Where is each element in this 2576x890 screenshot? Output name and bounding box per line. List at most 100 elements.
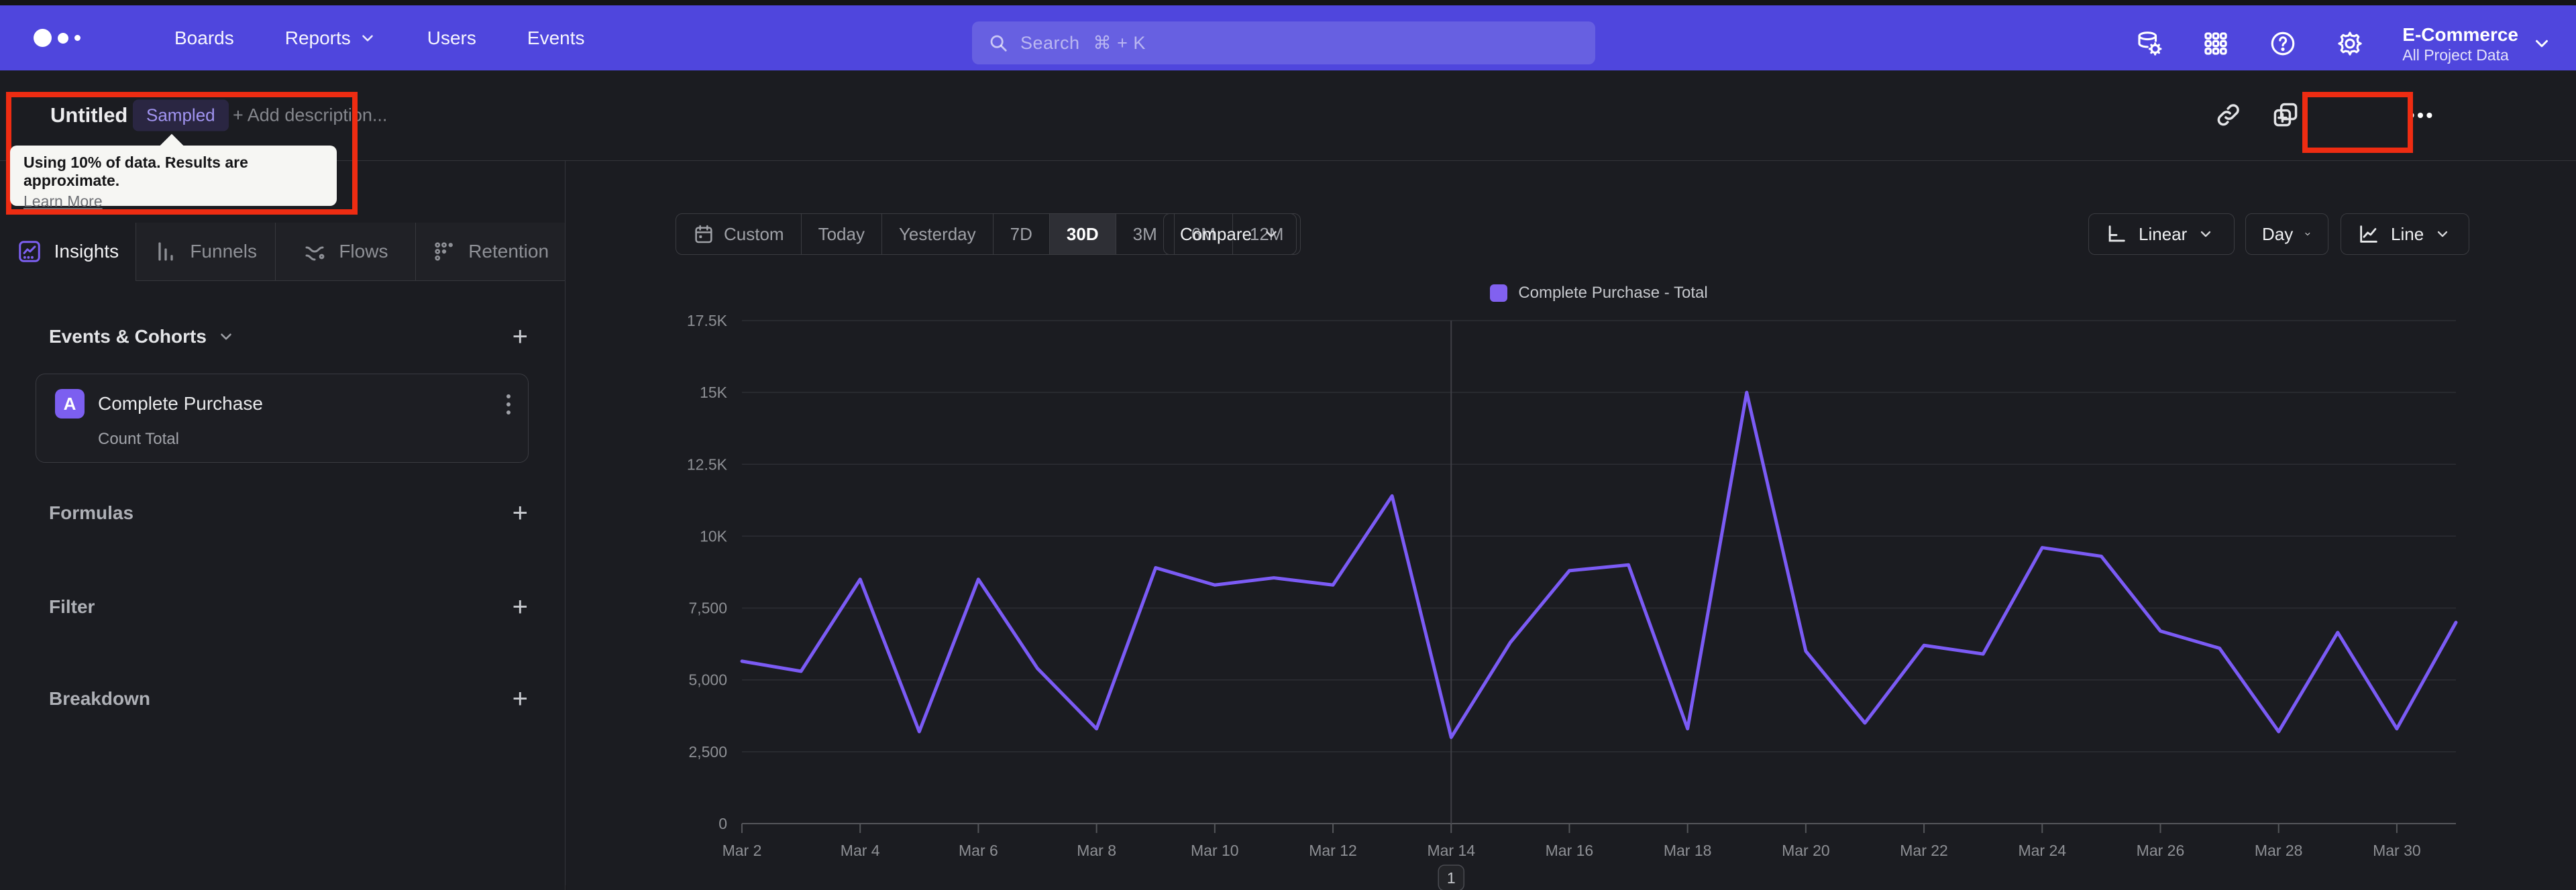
tab-flows[interactable]: Flows — [274, 223, 416, 281]
project-selector[interactable]: E-Commerce All Project Data — [2402, 23, 2552, 64]
x-axis-label: Mar 24 — [2018, 842, 2066, 859]
nav-right-cluster: E-Commerce All Project Data — [2134, 11, 2552, 76]
insights-icon — [18, 241, 40, 262]
search-input[interactable]: Search ⌘ + K — [972, 21, 1595, 64]
chevron-down-icon — [2201, 231, 2211, 237]
x-axis-label: Mar 6 — [959, 842, 998, 859]
chart-type-selector[interactable]: Line — [2341, 213, 2469, 255]
x-axis-label: Mar 14 — [1427, 842, 1475, 859]
nav-item-users[interactable]: Users — [427, 27, 476, 49]
range-today[interactable]: Today — [800, 214, 881, 254]
chevron-down-icon — [2536, 40, 2548, 47]
more-options-icon[interactable] — [2405, 100, 2436, 131]
top-navigation-bar: Boards Reports Users Events Search⌘ + K — [0, 5, 2576, 70]
section-formulas: Formulas + — [49, 498, 528, 528]
mixpanel-logo-icon[interactable] — [34, 29, 121, 47]
sampled-badge[interactable]: Sampled — [133, 99, 229, 131]
add-breakdown-button[interactable]: + — [513, 685, 528, 712]
copy-link-icon[interactable] — [2214, 101, 2242, 129]
chevron-down-icon — [362, 34, 373, 42]
compare-button[interactable]: Compare — [1163, 213, 1297, 255]
section-breakdown: Breakdown + — [49, 684, 528, 714]
report-header-bar: Untitled Sampled + Add description... Sa… — [0, 70, 2576, 212]
chevron-down-icon[interactable] — [217, 328, 235, 345]
tab-insights[interactable]: Insights — [0, 223, 136, 281]
scale-selector[interactable]: Linear — [2088, 213, 2235, 255]
x-axis-label: Mar 2 — [722, 842, 762, 859]
nav-item-events[interactable]: Events — [527, 27, 585, 49]
x-axis-label: Mar 20 — [1782, 842, 1830, 859]
range-custom[interactable]: Custom — [676, 214, 801, 254]
x-axis-label: Mar 18 — [1664, 842, 1712, 859]
x-axis-label: Mar 16 — [1546, 842, 1594, 859]
section-filter: Filter + — [49, 592, 528, 622]
range-7d[interactable]: 7D — [992, 214, 1049, 254]
y-axis-label: 0 — [718, 815, 727, 832]
project-name: E-Commerce — [2402, 23, 2518, 45]
chart-canvas[interactable]: 02,5005,0007,50010K12.5K15K17.5KMar 2 Mar… — [566, 280, 2576, 890]
x-axis-label: Mar 8 — [1077, 842, 1116, 859]
event-letter-badge: A — [55, 389, 85, 419]
flows-icon — [305, 246, 325, 261]
y-axis-label: 7,500 — [688, 600, 727, 617]
nav-item-boards[interactable]: Boards — [174, 27, 234, 49]
funnels-icon — [158, 242, 173, 261]
apps-grid-icon[interactable] — [2201, 29, 2231, 58]
tab-funnels[interactable]: Funnels — [135, 223, 275, 281]
tooltip-message: Using 10% of data. Results are approxima… — [23, 154, 248, 189]
series-line[interactable] — [740, 390, 2458, 739]
x-axis-label: Mar 28 — [2255, 842, 2303, 859]
add-formula-button[interactable]: + — [513, 500, 528, 526]
event-card[interactable]: A Complete Purchase Count Total — [36, 374, 529, 463]
event-name[interactable]: Complete Purchase — [98, 393, 263, 414]
events-cohorts-header: Events & Cohorts + — [49, 322, 528, 351]
nav-item-reports[interactable]: Reports — [285, 27, 376, 49]
event-metric[interactable]: Count Total — [98, 430, 179, 449]
copy-to-board-icon[interactable] — [2271, 101, 2300, 130]
event-options-icon[interactable] — [506, 394, 511, 414]
chevron-down-icon — [2438, 231, 2448, 237]
x-axis-label: Mar 10 — [1191, 842, 1239, 859]
granularity-selector[interactable]: Day — [2245, 213, 2328, 255]
add-filter-button[interactable]: + — [513, 594, 528, 620]
y-axis-label: 17.5K — [687, 312, 728, 329]
chart-panel: Custom Today Yesterday 7D 30D 3M 6M 12M … — [566, 161, 2576, 890]
x-axis-label: Mar 12 — [1309, 842, 1357, 859]
x-axis-label: Mar 22 — [1900, 842, 1948, 859]
y-axis-label: 10K — [700, 527, 728, 545]
x-axis-label: Mar 26 — [2137, 842, 2185, 859]
chart-toolbar: Custom Today Yesterday 7D 30D 3M 6M 12M … — [566, 213, 2576, 255]
report-tabs: Insights Funnels Flows Retention — [0, 223, 565, 281]
calendar-icon — [695, 225, 712, 243]
x-axis-label: Mar 4 — [841, 842, 880, 859]
y-axis-label: 12.5K — [687, 455, 728, 473]
linear-scale-icon — [2108, 225, 2125, 242]
add-event-button[interactable]: + — [513, 323, 528, 350]
y-axis-label: 15K — [700, 384, 728, 401]
sampling-tooltip: Using 10% of data. Results are approxima… — [10, 146, 337, 210]
y-axis-label: 2,500 — [688, 743, 727, 761]
line-chart-icon — [2360, 225, 2377, 243]
search-icon — [990, 35, 1007, 52]
nav-links: Boards Reports Users Events — [174, 27, 585, 49]
x-axis: Mar 2 Mar 4 Mar 6 Mar 8 Mar 10 Mar 12 Mar 14 Ma… — [722, 824, 2421, 859]
project-scope: All Project Data — [2402, 46, 2509, 64]
svg-text:1: 1 — [1447, 869, 1456, 887]
window-edge-top — [0, 0, 2576, 5]
settings-gear-icon[interactable] — [2335, 29, 2365, 58]
query-builder-sidebar: Insights Funnels Flows Retention Events … — [0, 161, 566, 890]
mixpanel-app: Boards Reports Users Events Search⌘ + K — [0, 0, 2576, 890]
tab-retention[interactable]: Retention — [415, 223, 565, 281]
help-icon[interactable] — [2268, 29, 2298, 58]
annotation-badge[interactable]: 1 — [1438, 865, 1464, 890]
data-management-icon[interactable] — [2134, 29, 2163, 58]
learn-more-link[interactable]: Learn More — [23, 192, 103, 211]
range-yesterday[interactable]: Yesterday — [881, 214, 993, 254]
chevron-down-icon — [2305, 232, 2310, 236]
chevron-down-icon — [1266, 231, 1277, 237]
range-30d[interactable]: 30D — [1049, 214, 1116, 254]
x-axis-label: Mar 30 — [2373, 842, 2421, 859]
y-axis-label: 5,000 — [688, 671, 727, 689]
report-title[interactable]: Untitled — [50, 103, 127, 127]
add-description-button[interactable]: + Add description... — [233, 105, 387, 126]
